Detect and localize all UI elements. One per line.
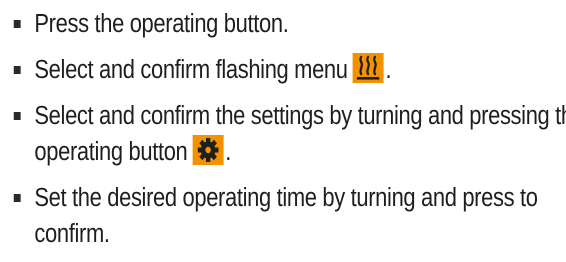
- list-item-select-menu: Select and confirm flashing menu .: [0, 52, 566, 88]
- step-text: Press the operating button.: [34, 10, 289, 38]
- step-text: Select and confirm flashing menu: [34, 56, 348, 84]
- step-suffix: .: [385, 56, 392, 84]
- bullet-marker: [13, 194, 21, 202]
- list-item-select-settings: Select and confirm the settings by turni…: [0, 98, 566, 170]
- heating-icon: [352, 53, 384, 83]
- list-item-set-time: Set the desired operating time by turnin…: [0, 180, 566, 252]
- gear-icon: [192, 135, 224, 165]
- instruction-list: Press the operating button. Select and c…: [0, 6, 566, 262]
- bullet-marker: [13, 66, 21, 74]
- bullet-marker: [13, 112, 21, 120]
- step-suffix: .: [225, 138, 232, 166]
- bullet-marker: [13, 20, 21, 28]
- step-text: Set the desired operating time by turnin…: [34, 184, 538, 248]
- step-text: Select and confirm the settings by turni…: [34, 102, 566, 166]
- list-item-press-button: Press the operating button.: [0, 6, 566, 42]
